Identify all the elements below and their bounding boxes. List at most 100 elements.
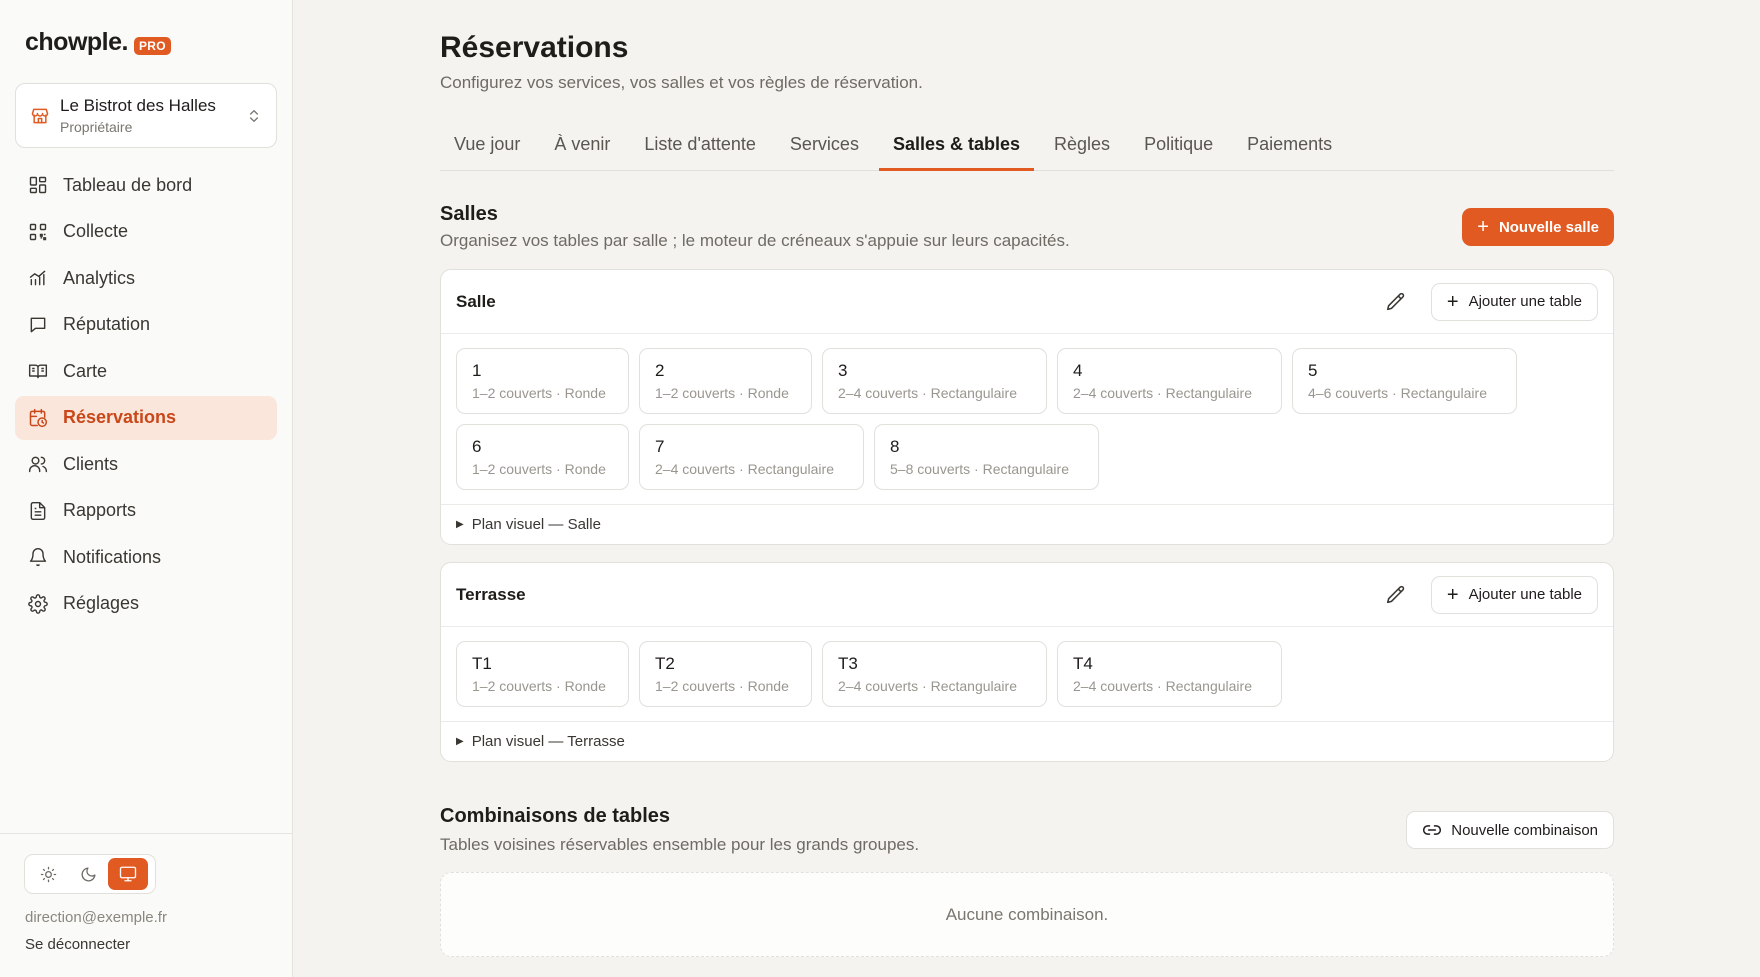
table-card[interactable]: 6 1–2 couverts · Ronde: [456, 424, 629, 490]
sidebar-item-label: Clients: [63, 453, 119, 474]
room-name: Terrasse: [456, 584, 526, 604]
table-name: T1: [472, 654, 492, 673]
sidebar-item-reservations[interactable]: Réservations: [15, 395, 277, 440]
table-card[interactable]: 7 2–4 couverts · Rectangulaire: [639, 424, 864, 490]
table-meta: 1–2 couverts · Ronde: [472, 678, 606, 694]
table-meta: 5–8 couverts · Rectangulaire: [890, 461, 1069, 477]
logout-link[interactable]: Se déconnecter: [25, 936, 130, 953]
sidebar-item-reputation[interactable]: Réputation: [15, 303, 277, 347]
dashboard-icon: [29, 176, 47, 194]
qr-code-icon: [29, 223, 47, 240]
user-email: direction@exemple.fr: [25, 909, 167, 926]
new-room-button[interactable]: + Nouvelle salle: [1462, 208, 1614, 246]
tab-regles[interactable]: Règles: [1040, 126, 1124, 171]
plan-label: Plan visuel — Terrasse: [471, 733, 625, 750]
triangle-right-icon: ▶: [456, 736, 464, 747]
table-card[interactable]: 5 4–6 couverts · Rectangulaire: [1292, 348, 1517, 414]
plan-toggle[interactable]: ▶ Plan visuel — Salle: [441, 504, 1613, 544]
pencil-icon[interactable]: [1385, 584, 1407, 606]
combinations-subtitle: Tables voisines réservables ensemble pou…: [440, 835, 920, 854]
new-combination-button[interactable]: Nouvelle combinaison: [1406, 811, 1614, 849]
sidebar-item-dashboard[interactable]: Tableau de bord: [15, 163, 277, 207]
theme-light-button[interactable]: [28, 858, 68, 890]
bell-icon: [29, 548, 47, 567]
table-card[interactable]: 3 2–4 couverts · Rectangulaire: [822, 348, 1047, 414]
room-card-terrasse: Terrasse + Ajouter une table T1 1–2 couv…: [440, 562, 1614, 762]
store-icon: [31, 108, 49, 123]
table-name: 8: [890, 437, 900, 456]
room-header: Salle + Ajouter une table: [441, 270, 1613, 334]
theme-dark-button[interactable]: [68, 858, 108, 890]
logo[interactable]: chowple. PRO: [25, 28, 171, 57]
empty-state: Aucune combinaison.: [440, 872, 1614, 957]
sidebar-footer: direction@exemple.fr Se déconnecter: [0, 833, 293, 977]
add-table-button[interactable]: + Ajouter une table: [1430, 282, 1598, 321]
theme-system-button[interactable]: [108, 858, 148, 890]
tab-a-venir[interactable]: À venir: [540, 126, 624, 171]
table-meta: 1–2 couverts · Ronde: [655, 678, 789, 694]
sidebar-item-reglages[interactable]: Réglages: [15, 582, 277, 626]
table-name: T2: [655, 654, 675, 673]
plan-toggle[interactable]: ▶ Plan visuel — Terrasse: [441, 721, 1613, 761]
table-name: 1: [472, 361, 482, 380]
sidebar-item-label: Réservations: [63, 407, 177, 427]
tab-politique[interactable]: Politique: [1130, 126, 1227, 171]
sidebar-item-label: Notifications: [63, 546, 162, 567]
moon-icon: [81, 866, 96, 881]
review-icon: [30, 317, 46, 332]
sidebar-item-label: Réputation: [63, 314, 151, 334]
table-meta: 4–6 couverts · Rectangulaire: [1308, 385, 1487, 401]
sidebar-item-label: Carte: [63, 360, 108, 381]
table-card[interactable]: 8 5–8 couverts · Rectangulaire: [874, 424, 1099, 490]
room-header: Terrasse + Ajouter une table: [441, 563, 1613, 627]
sun-icon: [40, 866, 56, 882]
table-meta: 1–2 couverts · Ronde: [655, 385, 789, 401]
gear-icon: [28, 593, 48, 614]
sidebar-item-carte[interactable]: Carte: [15, 349, 277, 393]
table-meta: 2–4 couverts · Rectangulaire: [1073, 385, 1252, 401]
add-table-label: Ajouter une table: [1468, 293, 1582, 310]
pencil-icon[interactable]: [1385, 291, 1407, 313]
table-card[interactable]: 4 2–4 couverts · Rectangulaire: [1057, 348, 1282, 414]
sidebar-item-analytics[interactable]: Analytics: [15, 256, 277, 300]
sidebar-item-label: Réglages: [63, 593, 140, 613]
sidebar-item-label: Tableau de bord: [63, 174, 193, 195]
table-name: 7: [655, 437, 665, 456]
monitor-icon: [119, 866, 137, 882]
tab-paiements[interactable]: Paiements: [1233, 126, 1346, 171]
tab-vue-jour[interactable]: Vue jour: [440, 126, 534, 171]
table-card[interactable]: T3 2–4 couverts · Rectangulaire: [822, 641, 1047, 707]
table-card[interactable]: 2 1–2 couverts · Ronde: [639, 348, 812, 414]
new-room-label: Nouvelle salle: [1498, 218, 1599, 236]
pro-badge: PRO: [133, 36, 171, 55]
sidebar-item-rapports[interactable]: Rapports: [15, 489, 277, 533]
tab-salles-tables[interactable]: Salles & tables: [878, 126, 1035, 171]
sidebar: chowple. PRO Le Bistrot des Halles Propr…: [0, 0, 293, 977]
tab-services[interactable]: Services: [776, 126, 873, 171]
sidebar-item-label: Analytics: [63, 267, 136, 288]
plus-icon: +: [1446, 290, 1459, 313]
sidebar-item-clients[interactable]: Clients: [15, 442, 277, 486]
link-icon: [1423, 825, 1442, 835]
empty-state-text: Aucune combinaison.: [945, 904, 1109, 924]
add-table-button[interactable]: + Ajouter une table: [1430, 575, 1598, 614]
table-meta: 2–4 couverts · Rectangulaire: [655, 461, 834, 477]
table-card[interactable]: 1 1–2 couverts · Ronde: [456, 348, 629, 414]
page-title: Réservations: [440, 31, 629, 64]
table-card[interactable]: T4 2–4 couverts · Rectangulaire: [1057, 641, 1282, 707]
tab-liste-attente[interactable]: Liste d'attente: [630, 126, 770, 171]
table-card[interactable]: T2 1–2 couverts · Ronde: [639, 641, 812, 707]
sidebar-item-collecte[interactable]: Collecte: [15, 210, 277, 254]
salles-title: Salles: [440, 203, 498, 225]
table-name: 4: [1073, 361, 1083, 380]
sidebar-item-notifications[interactable]: Notifications: [15, 535, 277, 579]
venue-switcher[interactable]: Le Bistrot des Halles Propriétaire: [15, 83, 277, 148]
table-name: 3: [838, 361, 848, 380]
table-card[interactable]: T1 1–2 couverts · Ronde: [456, 641, 629, 707]
table-meta: 2–4 couverts · Rectangulaire: [838, 678, 1017, 694]
table-meta: 2–4 couverts · Rectangulaire: [838, 385, 1017, 401]
users-icon: [28, 456, 48, 473]
salles-subtitle: Organisez vos tables par salle ; le mote…: [440, 231, 1070, 250]
table-name: T4: [1073, 654, 1093, 673]
table-list: 1 1–2 couverts · Ronde 2 1–2 couverts · …: [441, 334, 1613, 500]
